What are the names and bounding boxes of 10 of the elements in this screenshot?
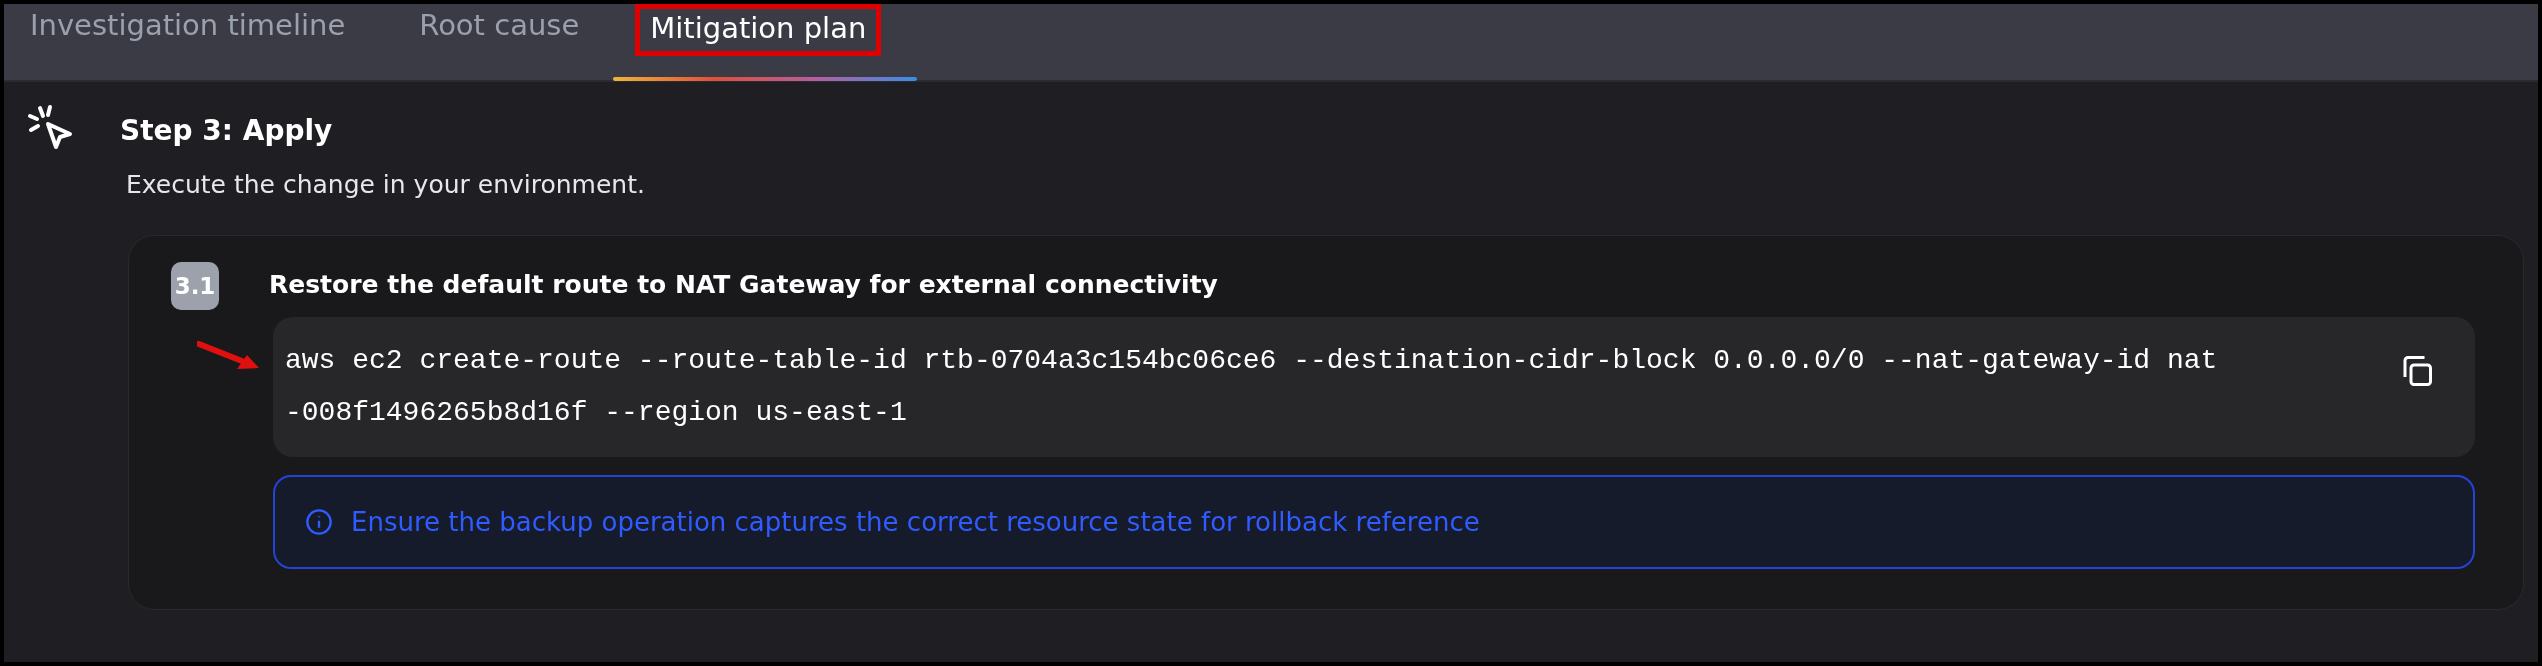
tab[interactable]: Mitigation plan <box>635 4 882 56</box>
info-icon <box>305 508 333 536</box>
step-number-badge: 3.1 <box>171 262 219 310</box>
step-description: Execute the change in your environment. <box>126 170 646 199</box>
step-title: Step 3: Apply <box>120 114 333 149</box>
tab[interactable]: Root cause <box>415 4 600 80</box>
command-text: aws ec2 create-route --route-table-id rtb-0704a3c154bc06ce6 --destination-cidr-block 0.0.0.0/0 --nat-gateway-id nat-008f1496265b8d16f --region us-east-1 <box>285 344 2219 430</box>
substep-title: Restore the default route to NAT Gateway for external connectivity <box>269 270 1219 299</box>
info-text: Ensure the backup operation captures the correct resource state for rollback reference <box>351 507 1480 537</box>
tab[interactable]: Investigation timeline <box>26 4 366 80</box>
